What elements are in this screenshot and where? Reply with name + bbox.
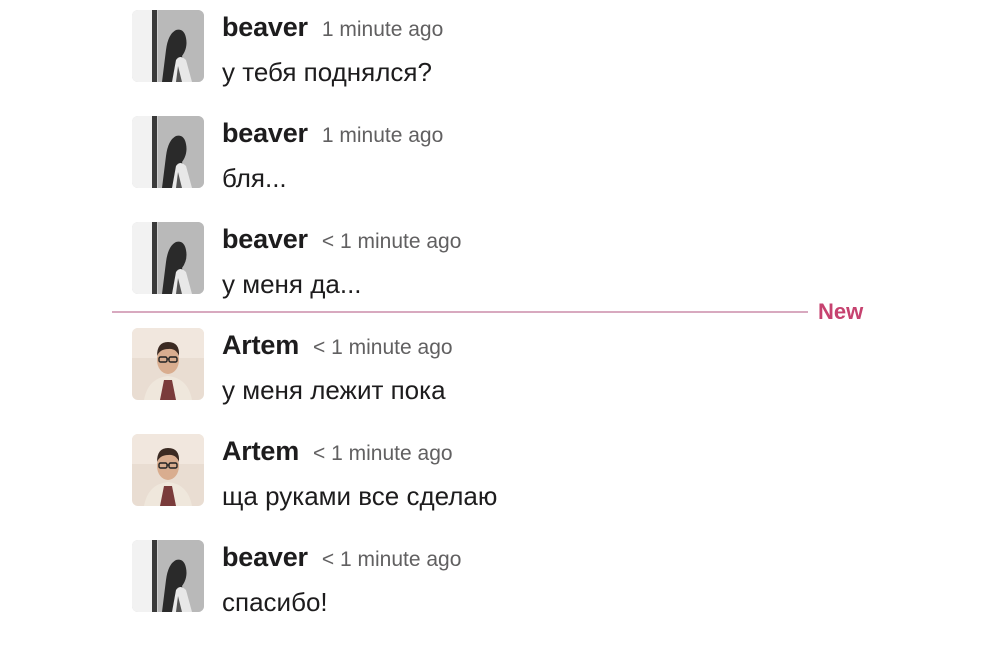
message: Artem < 1 minute ago у меня лежит пока [132,318,832,405]
author-name[interactable]: beaver [222,12,308,42]
message-header: beaver 1 minute ago [222,12,443,47]
message-header: beaver < 1 minute ago [222,224,461,259]
beaver-avatar[interactable] [132,540,204,612]
beaver-avatar[interactable] [132,116,204,188]
message-header: beaver 1 minute ago [222,118,443,153]
message: beaver < 1 minute ago спасибо! [132,530,832,617]
message-header: Artem < 1 minute ago [222,436,453,471]
timestamp[interactable]: < 1 minute ago [322,230,462,253]
author-name[interactable]: Artem [222,436,299,466]
message-text: у тебя поднялся? [222,57,432,87]
timestamp[interactable]: < 1 minute ago [313,336,453,359]
new-messages-divider [112,311,808,313]
message-header: beaver < 1 minute ago [222,542,461,577]
message: beaver < 1 minute ago у меня да... [132,212,832,299]
message: Artem < 1 minute ago ща руками все сделаю [132,424,832,511]
message-text: у меня лежит пока [222,375,446,405]
timestamp[interactable]: < 1 minute ago [313,442,453,465]
beaver-avatar[interactable] [132,222,204,294]
message-header: Artem < 1 minute ago [222,330,453,365]
artem-avatar[interactable] [132,328,204,400]
timestamp[interactable]: 1 minute ago [322,18,443,41]
message-text: бля... [222,163,287,193]
artem-avatar[interactable] [132,434,204,506]
timestamp[interactable]: < 1 minute ago [322,548,462,571]
message: beaver 1 minute ago бля... [132,106,832,193]
message-text: спасибо! [222,587,328,617]
author-name[interactable]: Artem [222,330,299,360]
message-list: beaver 1 minute ago у тебя поднялся? beav… [0,0,1000,650]
author-name[interactable]: beaver [222,224,308,254]
author-name[interactable]: beaver [222,542,308,572]
author-name[interactable]: beaver [222,118,308,148]
message: beaver 1 minute ago у тебя поднялся? [132,0,832,87]
message-text: ща руками все сделаю [222,481,498,511]
timestamp[interactable]: 1 minute ago [322,124,443,147]
message-text: у меня да... [222,269,362,299]
beaver-avatar[interactable] [132,10,204,82]
